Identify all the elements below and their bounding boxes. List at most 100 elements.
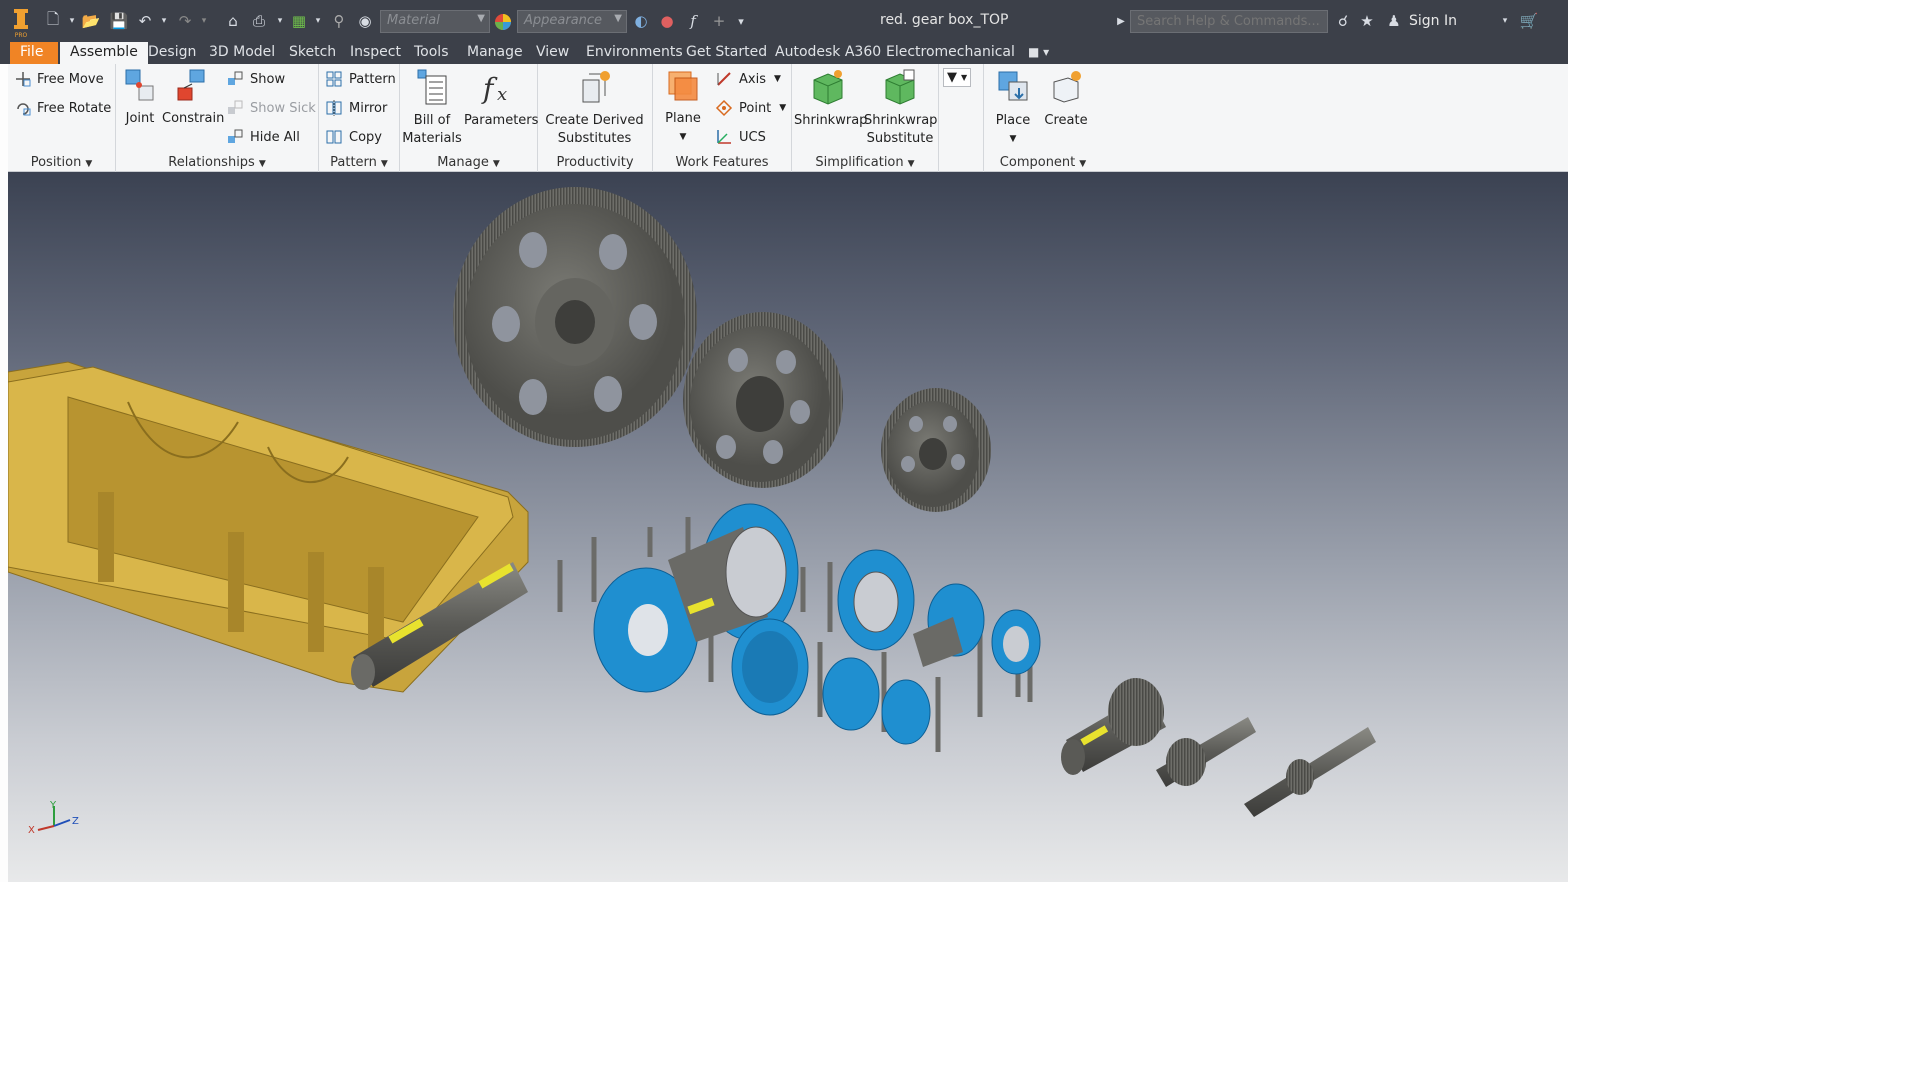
panel-title-productivity: Productivity <box>538 155 652 170</box>
show-sick-button[interactable]: Show Sick <box>226 99 316 117</box>
clear-appearance-icon[interactable]: ● <box>656 8 678 34</box>
ucs-button[interactable]: UCS <box>715 128 766 146</box>
tab-inspect[interactable]: Inspect <box>340 42 411 64</box>
svg-text:f: f <box>481 72 498 105</box>
panel-title-simplification[interactable]: Simplification ▼ <box>792 155 938 170</box>
place-button[interactable]: Place ▼ <box>990 68 1036 148</box>
undo-icon[interactable]: ↶ <box>134 8 156 34</box>
customize-dropdown-icon[interactable]: ▾ <box>732 8 750 34</box>
point-button[interactable]: Point ▼ <box>715 99 786 117</box>
redo-dropdown-icon[interactable]: ▾ <box>198 8 210 34</box>
shrinkwrap-button[interactable]: Shrinkwrap <box>794 68 867 130</box>
mirror-button[interactable]: Mirror <box>325 99 387 117</box>
free-move-button[interactable]: Free Move <box>14 70 104 88</box>
inventor-logo-icon[interactable]: PRO <box>8 6 34 38</box>
panel-title-relationships[interactable]: Relationships ▼ <box>116 155 318 170</box>
panel-title-manage[interactable]: Manage ▼ <box>400 155 537 170</box>
new-dropdown-icon[interactable]: ▾ <box>66 8 78 34</box>
copy-icon <box>326 130 342 144</box>
tab-view[interactable]: View <box>526 42 579 64</box>
panel-manage-label: Manage <box>437 155 489 170</box>
tab-file[interactable]: File <box>10 42 58 64</box>
tab-tools[interactable]: Tools <box>404 42 459 64</box>
cart-icon[interactable]: 🛒 <box>1518 8 1540 34</box>
pattern-button[interactable]: Pattern <box>325 70 396 88</box>
material-placeholder: Material <box>387 13 440 28</box>
panel-title-position[interactable]: Position ▼ <box>8 155 115 170</box>
bearing-housing-3[interactable] <box>913 583 1041 675</box>
tab-options-icon[interactable]: ■ ▾ <box>1018 42 1059 64</box>
medium-gear[interactable] <box>683 312 843 488</box>
view-triad-icon[interactable]: X Y Z <box>26 800 86 840</box>
bearing-cover-3[interactable] <box>822 657 931 745</box>
pinion-shaft-1[interactable] <box>1061 678 1166 775</box>
plane-dropdown-icon[interactable]: ▼ <box>661 128 705 146</box>
plus-icon[interactable]: + <box>708 8 730 34</box>
tab-autodesk-a360[interactable]: Autodesk A360 <box>765 42 891 64</box>
save-icon[interactable]: 💾 <box>108 8 130 34</box>
tab-electromechanical[interactable]: Electromechanical <box>876 42 1025 64</box>
search-input[interactable] <box>1130 10 1328 33</box>
update-icon[interactable]: ▦ <box>288 8 310 34</box>
panel-work-features-label: Work Features <box>675 155 769 170</box>
gearbox-housing[interactable] <box>8 361 529 693</box>
tab-3d-model[interactable]: 3D Model <box>199 42 285 64</box>
assembly-scene[interactable] <box>8 172 1568 882</box>
print-dropdown-icon[interactable]: ▾ <box>274 8 286 34</box>
shrinkwrap-substitute-button[interactable]: Shrinkwrap Substitute <box>864 68 937 148</box>
place-dropdown-icon[interactable]: ▼ <box>990 130 1036 148</box>
tab-manage[interactable]: Manage <box>457 42 533 64</box>
bom-label-line1: Bill of <box>413 113 451 128</box>
adjust-appearance-icon[interactable]: ◐ <box>630 8 652 34</box>
create-derived-substitutes-button[interactable]: Create Derived Substitutes <box>542 68 647 148</box>
binoculars-icon[interactable]: ☌ <box>1332 8 1354 34</box>
function-icon[interactable]: f <box>682 8 704 34</box>
material-dropdown[interactable]: Material ▼ <box>380 10 490 33</box>
copy-button[interactable]: Copy <box>325 128 382 146</box>
constrain-button[interactable]: Constrain <box>162 68 224 128</box>
pinion-shaft-3[interactable] <box>1244 727 1376 817</box>
undo-dropdown-icon[interactable]: ▾ <box>158 8 170 34</box>
appearance-sphere-icon[interactable] <box>494 13 512 31</box>
chevron-down-icon: ▼ <box>258 159 266 169</box>
create-component-button[interactable]: Create <box>1040 68 1092 130</box>
select-icon[interactable]: ⚲ <box>328 8 350 34</box>
tab-sketch[interactable]: Sketch <box>279 42 346 64</box>
large-gear[interactable] <box>453 187 697 447</box>
show-sick-icon <box>228 100 243 114</box>
tab-assemble[interactable]: Assemble <box>60 42 148 64</box>
new-file-icon[interactable]: 🗋 <box>42 8 64 34</box>
bearing-cover-2[interactable] <box>731 618 809 716</box>
show-button[interactable]: Show <box>226 70 285 88</box>
redo-icon[interactable]: ↷ <box>174 8 196 34</box>
parameters-label: Parameters <box>464 113 539 128</box>
tab-get-started[interactable]: Get Started <box>676 42 777 64</box>
open-folder-icon[interactable]: 📂 <box>80 8 102 34</box>
print-icon[interactable]: ⎙ <box>248 8 270 34</box>
graphics-viewport[interactable]: X Y Z <box>8 172 1568 882</box>
small-gear[interactable] <box>881 388 991 512</box>
globe-icon[interactable]: ◉ <box>354 8 376 34</box>
sign-in-dropdown-icon[interactable]: ▾ <box>1498 8 1512 34</box>
joint-button[interactable]: Joint <box>122 68 158 128</box>
parameters-button[interactable]: fx Parameters <box>464 68 539 130</box>
plane-label: Plane <box>665 111 701 126</box>
bearing-housing-2[interactable] <box>837 549 915 651</box>
update-dropdown-icon[interactable]: ▾ <box>312 8 324 34</box>
hide-all-button[interactable]: Hide All <box>226 128 300 146</box>
bill-of-materials-button[interactable]: Bill of Materials <box>402 68 462 148</box>
tab-design[interactable]: Design <box>138 42 206 64</box>
appearance-dropdown[interactable]: Appearance ▼ <box>517 10 627 33</box>
pinion-shaft-2[interactable] <box>1156 717 1256 787</box>
panel-title-pattern[interactable]: Pattern ▼ <box>319 155 399 170</box>
panel-title-component[interactable]: Component ▼ <box>984 155 1102 170</box>
star-icon[interactable]: ★ <box>1356 8 1378 34</box>
expand-arrow-icon[interactable]: ▶ <box>1114 8 1128 34</box>
document-title: red. gear box_TOP <box>880 12 1009 28</box>
plane-button[interactable]: Plane ▼ <box>661 68 705 146</box>
extra-dropdown[interactable]: ▼ ▼ <box>943 68 972 87</box>
axis-button[interactable]: Axis ▼ <box>715 70 781 88</box>
free-rotate-button[interactable]: Free Rotate <box>14 99 111 117</box>
home-icon[interactable]: ⌂ <box>222 8 244 34</box>
sign-in-button[interactable]: Sign In <box>1409 13 1457 29</box>
